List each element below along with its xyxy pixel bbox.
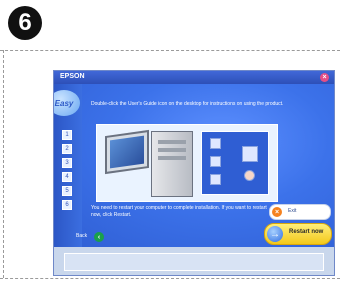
divider-bottom xyxy=(0,278,340,279)
back-button[interactable]: Back ‹ xyxy=(76,232,112,242)
restart-message: You need to restart your computer to com… xyxy=(91,205,267,218)
bottom-area xyxy=(54,247,334,275)
step-item: 6 xyxy=(62,200,72,210)
illustration-panel xyxy=(96,124,278,202)
installer-window: EPSON × Easy 1 2 3 4 5 6 Double-click th… xyxy=(53,70,335,276)
close-icon[interactable]: × xyxy=(320,73,329,82)
restart-label: Restart now xyxy=(289,229,324,235)
drive-bay xyxy=(158,140,186,144)
step-list: 1 2 3 4 5 6 xyxy=(62,130,72,214)
side-strip: Easy 1 2 3 4 5 6 xyxy=(54,84,82,247)
user-guide-icon xyxy=(242,146,258,162)
title-bar: EPSON × xyxy=(54,71,334,84)
arrow-right-icon: → xyxy=(267,226,283,242)
monitor-screen xyxy=(110,135,144,169)
drive-bay xyxy=(158,156,186,160)
computer-tower-icon xyxy=(151,131,193,197)
step-number-badge: 6 xyxy=(8,6,42,40)
exit-label: Exit xyxy=(288,208,297,214)
back-icon: ‹ xyxy=(94,232,104,242)
step-item: 3 xyxy=(62,158,72,168)
document-icon xyxy=(210,156,221,167)
document-icon xyxy=(210,138,221,149)
mouse-click-icon xyxy=(244,170,255,181)
window-title: EPSON xyxy=(60,73,85,80)
document-icon xyxy=(210,174,221,185)
step-item: 5 xyxy=(62,186,72,196)
easy-label: Easy xyxy=(54,90,80,116)
step-item: 1 xyxy=(62,130,72,140)
exit-icon: × xyxy=(272,207,282,217)
instruction-text: Double-click the User's Guide icon on th… xyxy=(91,101,284,107)
step-item: 4 xyxy=(62,172,72,182)
drive-bay xyxy=(158,148,186,152)
divider-top xyxy=(0,50,340,51)
back-label: Back xyxy=(76,233,88,239)
desktop-icons-panel xyxy=(201,131,269,195)
monitor-icon xyxy=(105,129,149,175)
exit-button[interactable]: × Exit xyxy=(269,204,331,220)
restart-now-button[interactable]: → Restart now xyxy=(264,223,332,245)
status-bar xyxy=(64,253,324,271)
divider-left xyxy=(3,50,4,278)
main-panel: Easy 1 2 3 4 5 6 Double-click the User's… xyxy=(54,84,334,247)
step-item: 2 xyxy=(62,144,72,154)
